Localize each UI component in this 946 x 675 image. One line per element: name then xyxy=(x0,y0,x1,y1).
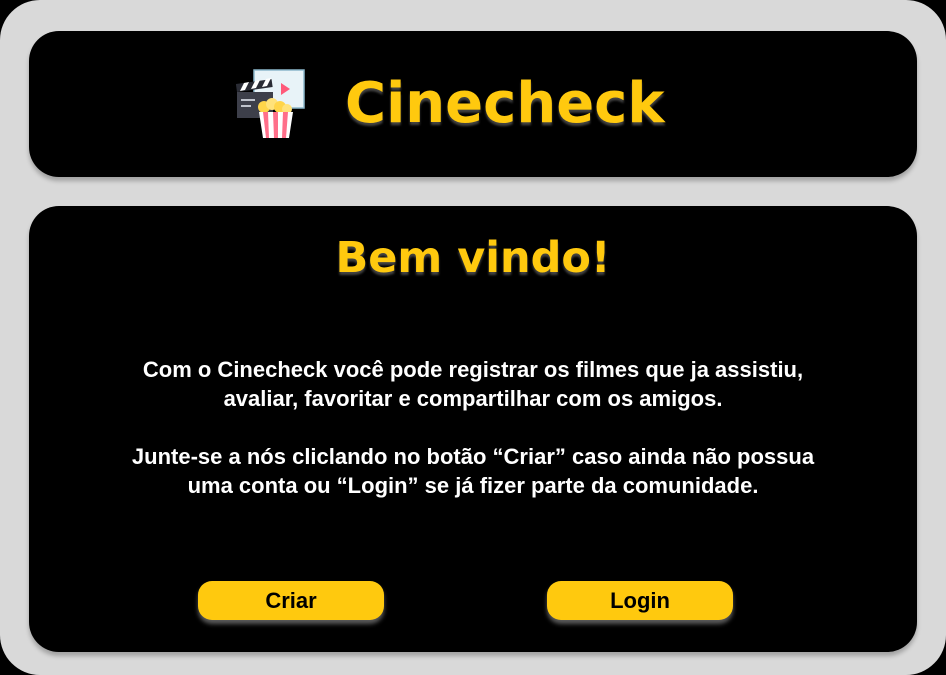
welcome-heading: Bem vindo! xyxy=(335,233,611,283)
intro-paragraph: Com o Cinecheck você pode registrar os f… xyxy=(29,355,917,413)
join-paragraph: Junte-se a nós cliclando no botão “Criar… xyxy=(29,442,917,500)
clapperboard-popcorn-icon xyxy=(236,69,305,138)
intro-line: Com o Cinecheck você pode registrar os f… xyxy=(142,357,804,382)
join-line: Junte-se a nós cliclando no botão “Criar… xyxy=(131,444,815,469)
login-button[interactable]: Login xyxy=(547,581,733,620)
intro-line: avaliar, favoritar e compartilhar com os… xyxy=(223,386,723,411)
create-account-button[interactable]: Criar xyxy=(198,581,384,620)
app-title: Cinecheck xyxy=(345,71,665,136)
join-line: uma conta ou “Login” se já fizer parte d… xyxy=(187,473,759,498)
